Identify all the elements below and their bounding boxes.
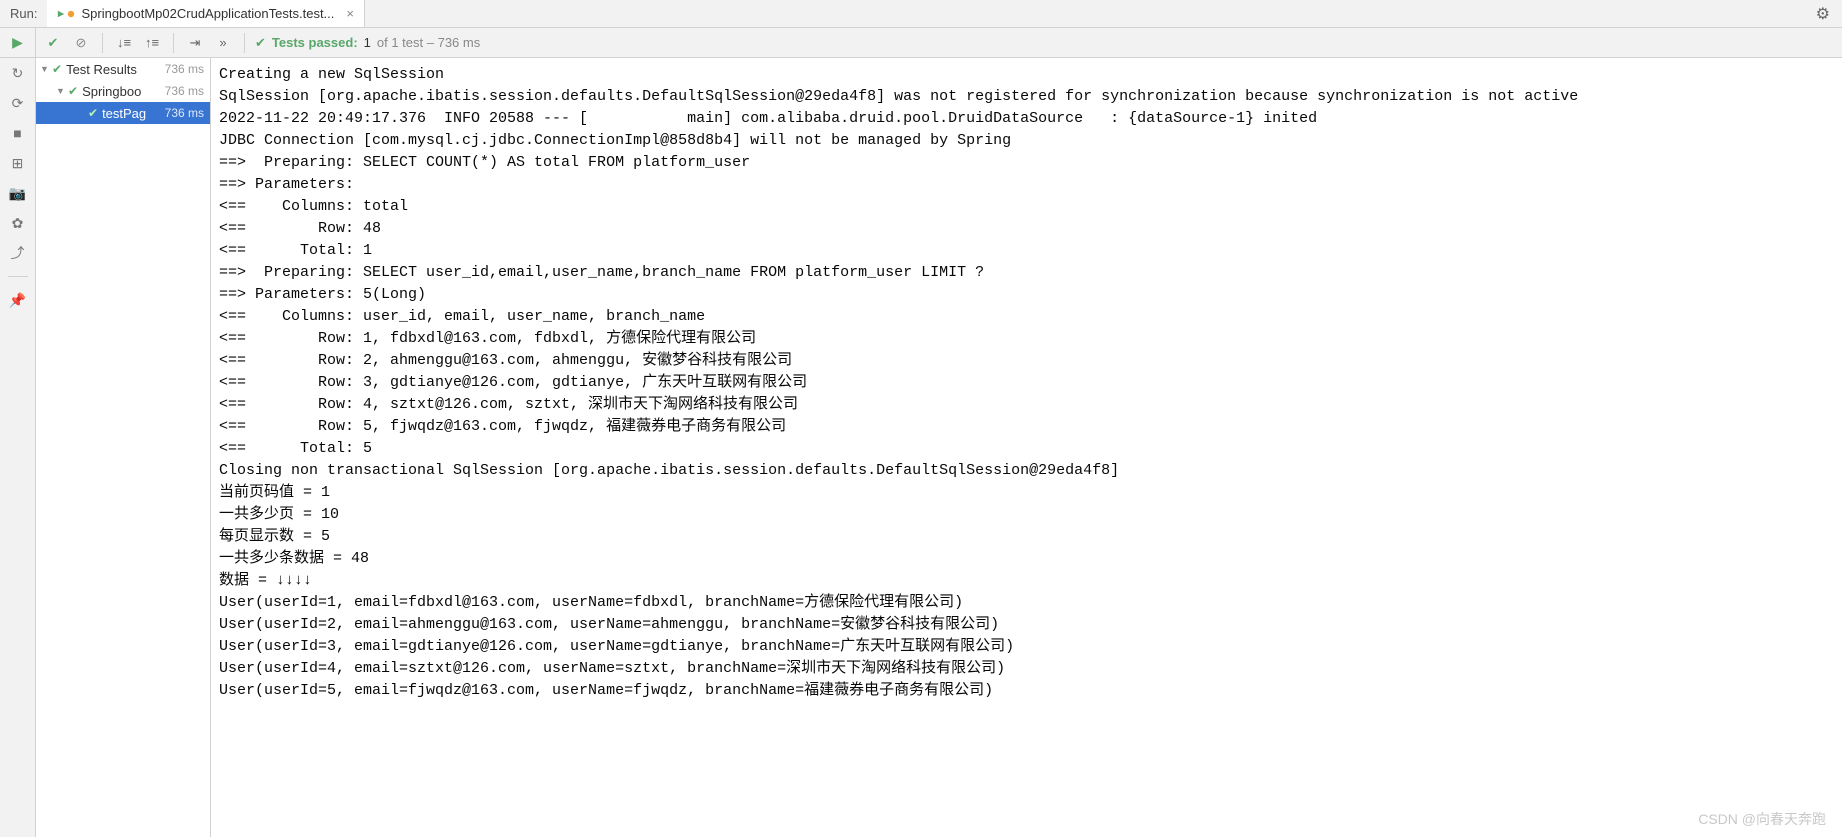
settings-icon[interactable]: ✿ [7, 212, 29, 234]
pin-icon[interactable]: 📌 [7, 289, 29, 311]
tree-time: 736 ms [165, 84, 210, 98]
tree-label: Springboo [82, 84, 165, 99]
show-passed-button[interactable]: ✔ [42, 32, 64, 54]
side-gutter: ↻ ⟳ ■ ⊞ 📷 ✿ ⤴ 📌 [0, 58, 36, 837]
divider [8, 276, 28, 277]
console-output[interactable]: Creating a new SqlSession SqlSession [or… [211, 58, 1842, 837]
tree-row-test[interactable]: ✔ testPag 736 ms [36, 102, 210, 124]
test-tree: ▼ ✔ Test Results 736 ms ▼ ✔ Springboo 73… [36, 58, 211, 837]
tree-time: 736 ms [165, 62, 210, 76]
gear-icon[interactable]: ⚙ [1804, 4, 1842, 24]
camera-icon[interactable]: 📷 [7, 182, 29, 204]
check-icon: ✔ [68, 84, 78, 98]
main-area: ↻ ⟳ ■ ⊞ 📷 ✿ ⤴ 📌 ▼ ✔ Test Results 736 ms … [0, 58, 1842, 837]
sort-duration-button[interactable]: ↑≡ [141, 32, 163, 54]
divider [102, 33, 103, 53]
status-of-text: of 1 test – 736 ms [377, 35, 480, 50]
run-tab[interactable]: SpringbootMp02CrudApplicationTests.test.… [47, 0, 365, 27]
toolbar: ▶ ✔ ⊘ ↓≡ ↑≡ ⇥ » ✔ Tests passed: 1 of 1 t… [0, 28, 1842, 58]
show-ignored-button[interactable]: ⊘ [70, 32, 92, 54]
close-icon[interactable]: × [340, 6, 354, 21]
tab-test-icon [67, 10, 75, 18]
run-gutter: ▶ [0, 28, 36, 57]
check-icon: ✔ [52, 62, 62, 76]
run-label: Run: [0, 6, 47, 21]
tree-row-class[interactable]: ▼ ✔ Springboo 736 ms [36, 80, 210, 102]
status-label: Tests passed: [272, 35, 358, 50]
tree-row-root[interactable]: ▼ ✔ Test Results 736 ms [36, 58, 210, 80]
play-icon[interactable]: ▶ [12, 34, 23, 51]
expand-all-button[interactable]: ⇥ [184, 32, 206, 54]
top-bar: Run: SpringbootMp02CrudApplicationTests.… [0, 0, 1842, 28]
tree-label: testPag [102, 106, 165, 121]
layout-icon[interactable]: ⊞ [7, 152, 29, 174]
divider [244, 33, 245, 53]
sort-alpha-button[interactable]: ↓≡ [113, 32, 135, 54]
tab-icon-group [57, 10, 75, 18]
rerun-failed-icon[interactable]: ⟳ [7, 92, 29, 114]
tab-title: SpringbootMp02CrudApplicationTests.test.… [81, 6, 334, 21]
tree-label: Test Results [66, 62, 165, 77]
test-status: ✔ Tests passed: 1 of 1 test – 736 ms [249, 35, 480, 51]
tab-play-icon [57, 10, 65, 18]
status-check-icon: ✔ [255, 35, 266, 51]
watermark: CSDN @向春天奔跑 [1698, 809, 1826, 829]
chevron-down-icon[interactable]: ▼ [40, 64, 52, 74]
stop-icon[interactable]: ■ [7, 122, 29, 144]
check-icon: ✔ [88, 106, 98, 120]
status-passed-count: 1 [364, 35, 371, 50]
divider [173, 33, 174, 53]
exit-icon[interactable]: ⤴ [7, 242, 29, 264]
rerun-icon[interactable]: ↻ [7, 62, 29, 84]
tree-time: 736 ms [165, 106, 210, 120]
more-button[interactable]: » [212, 32, 234, 54]
chevron-down-icon[interactable]: ▼ [56, 86, 68, 96]
